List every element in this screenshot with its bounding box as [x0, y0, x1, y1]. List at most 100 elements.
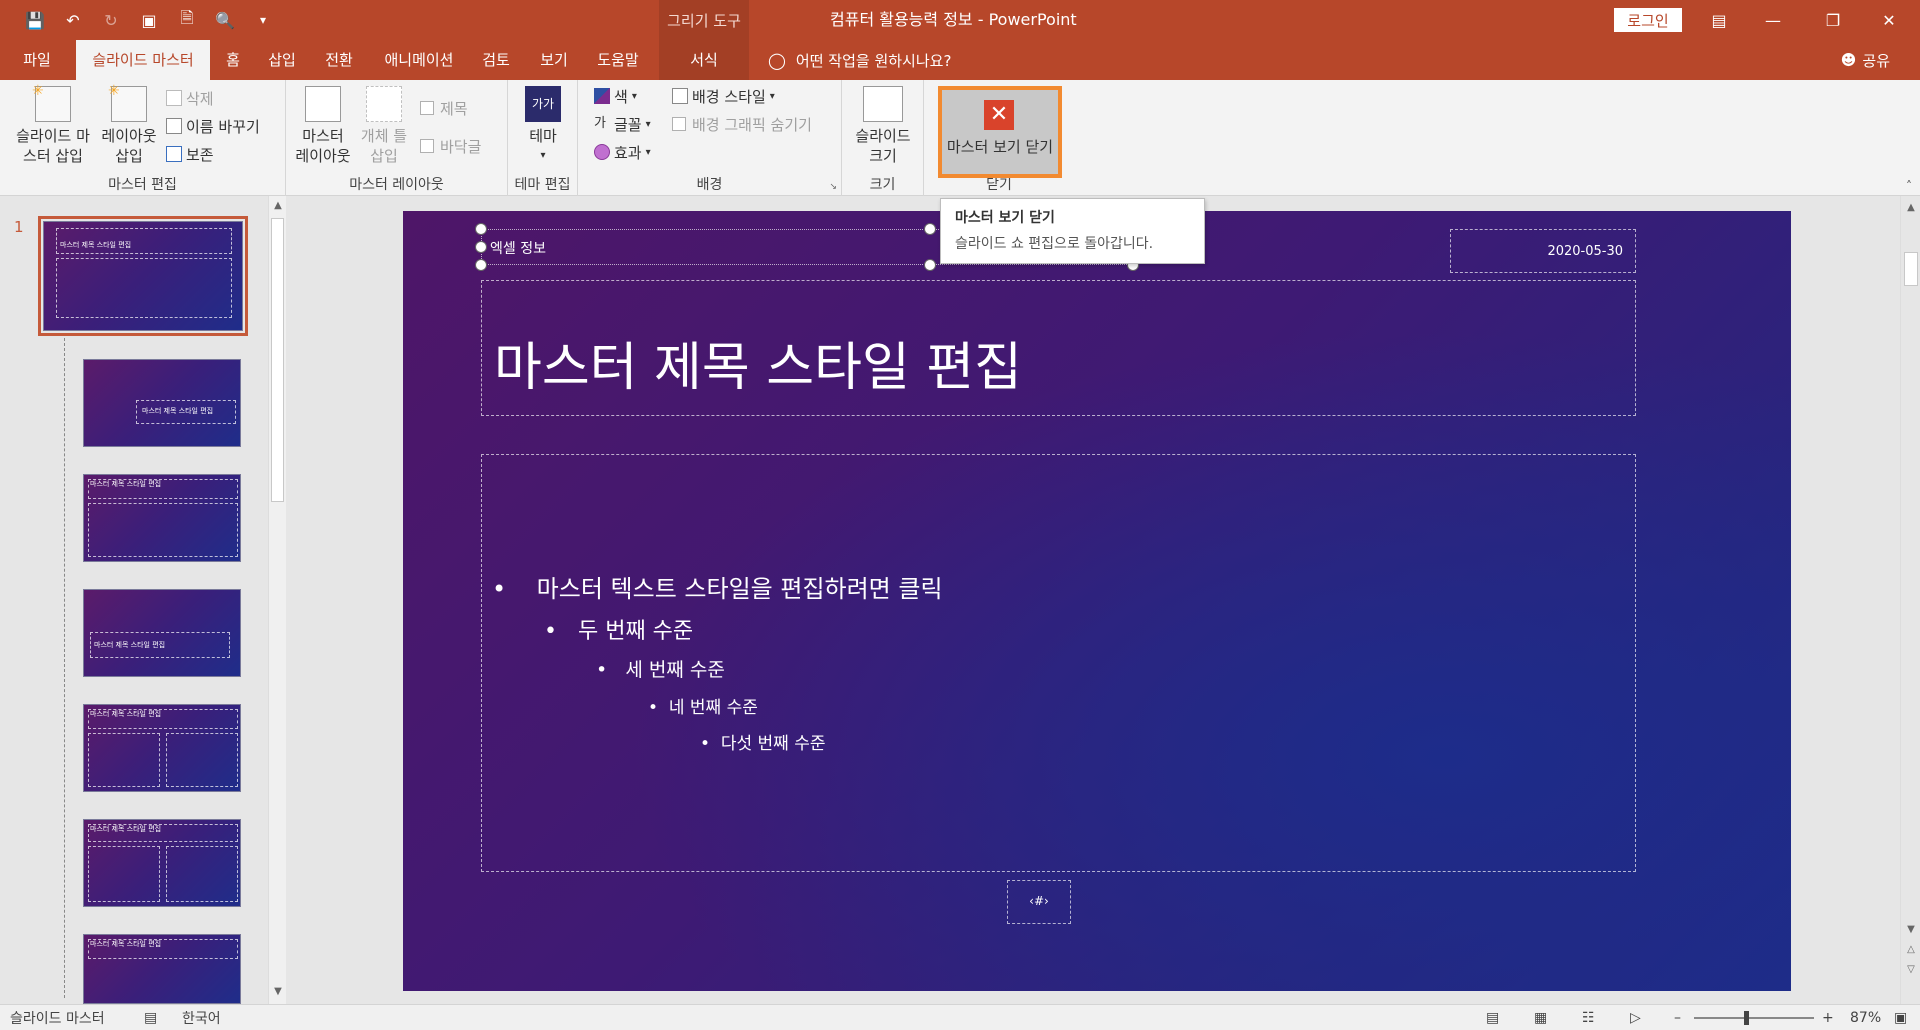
zoom-level[interactable]: 87%: [1850, 1005, 1881, 1030]
thumbnail-scrollbar[interactable]: ▲ ▼: [268, 196, 286, 1004]
collapse-ribbon-icon[interactable]: ˄: [1906, 179, 1912, 193]
insert-layout-button[interactable]: ✳ 레이아웃 삽입: [96, 83, 162, 166]
title-bar: 💾 ↶ ↻ ▣ 🗎 🔍 ▾ 그리기 도구 컴퓨터 활용능력 정보 - Power…: [0, 0, 1920, 40]
effects-dropdown-icon: ▾: [645, 146, 651, 158]
language-indicator[interactable]: 한국어: [182, 1005, 221, 1030]
tooltip-title: 마스터 보기 닫기: [955, 210, 1055, 226]
title-check-label: 제목: [440, 99, 468, 118]
insert-slide-master-button[interactable]: ✳ 슬라이드 마 스터 삽입: [8, 83, 98, 166]
login-button[interactable]: 로그인: [1614, 8, 1682, 32]
tab-home[interactable]: 홈: [216, 40, 250, 80]
editor-scroll-thumb[interactable]: [1904, 252, 1918, 286]
tell-me-box[interactable]: ◯ 어떤 작업을 원하시나요?: [768, 40, 951, 80]
master-layout-button[interactable]: 마스터 레이아웃: [294, 86, 352, 166]
print-preview-icon[interactable]: 🔍: [210, 5, 240, 35]
scroll-up-icon[interactable]: ▲: [270, 198, 286, 214]
tab-format[interactable]: 서식: [659, 40, 749, 80]
themes-button[interactable]: 가가 테마 ▾: [518, 86, 568, 166]
thumbnail-title: 마스터 제목 스타일 편집: [94, 641, 166, 649]
hide-bg-label: 배경 그래픽 숨기기: [692, 115, 812, 134]
tab-review[interactable]: 검토: [476, 40, 516, 80]
undo-icon[interactable]: ↶: [58, 5, 88, 35]
thumbnail-layout[interactable]: 마스터 제목 스타일 편집: [83, 934, 241, 1004]
scroll-down-icon[interactable]: ▼: [270, 984, 286, 1000]
new-document-icon[interactable]: 🗎: [172, 5, 202, 35]
customize-qat-icon[interactable]: ▾: [248, 5, 278, 35]
date-placeholder[interactable]: 2020-05-30: [1450, 229, 1636, 273]
background-styles-button[interactable]: 배경 스타일 ▾: [672, 84, 775, 108]
thumbnail-layout[interactable]: 마스터 제목 스타일 편집: [83, 359, 241, 447]
share-button[interactable]: ☻ 공유: [1841, 40, 1890, 80]
group-master-layout: 마스터 레이아웃 개체 틀 삽입 제목 바닥글 마스터 레이아웃: [286, 80, 508, 196]
close-window-icon[interactable]: ✕: [1866, 0, 1912, 40]
hide-background-graphics-checkbox[interactable]: 배경 그래픽 숨기기: [672, 112, 812, 136]
thumbnail-layout[interactable]: 마스터 제목 스타일 편집: [83, 704, 241, 792]
status-bar: 슬라이드 마스터 ▤ 한국어 ▤ ▦ ☷ ▷ – + 87% ▣: [0, 1004, 1920, 1030]
present-icon[interactable]: ▣: [134, 5, 164, 35]
effects-button[interactable]: 효과 ▾: [594, 140, 651, 164]
rename-label: 이름 바꾸기: [186, 117, 260, 136]
insert-placeholder-button[interactable]: 개체 틀 삽입: [358, 86, 410, 166]
fit-to-window-icon[interactable]: ▣: [1894, 1005, 1907, 1030]
editor-scroll-down-icon[interactable]: ▼: [1903, 922, 1919, 938]
next-slide-icon[interactable]: ▽: [1903, 962, 1919, 978]
slide-canvas[interactable]: 엑셀 정보 2020-05-30 마스터 제목 스타일 편집 • 마스터 텍스트…: [403, 211, 1791, 991]
tab-animations[interactable]: 애니메이션: [376, 40, 462, 80]
reading-view-icon[interactable]: ☷: [1582, 1005, 1595, 1030]
slide-number-text: ‹#›: [1029, 894, 1049, 908]
title-placeholder[interactable]: 마스터 제목 스타일 편집: [481, 280, 1636, 416]
bullet-level-3-text: 세 번째 수준: [625, 659, 725, 681]
tab-insert[interactable]: 삽입: [262, 40, 302, 80]
close-master-view-button[interactable]: ✕ 마스터 보기 닫기: [938, 86, 1062, 178]
slide-number-placeholder[interactable]: ‹#›: [1007, 880, 1071, 924]
thumbnail-title: 마스터 제목 스타일 편집: [90, 825, 162, 833]
group-edit-theme: 가가 테마 ▾ 테마 편집: [508, 80, 578, 196]
slide-sorter-icon[interactable]: ▦: [1534, 1005, 1547, 1030]
tab-file[interactable]: 파일: [10, 40, 64, 80]
footer-checkbox[interactable]: 바닥글: [420, 134, 481, 158]
save-icon[interactable]: 💾: [20, 5, 50, 35]
body-placeholder[interactable]: • 마스터 텍스트 스타일을 편집하려면 클릭 • 두 번째 수준 • 세 번째…: [481, 454, 1636, 872]
tab-view[interactable]: 보기: [534, 40, 574, 80]
thumbnail-layout[interactable]: 마스터 제목 스타일 편집: [83, 589, 241, 677]
colors-button[interactable]: 색 ▾: [594, 84, 637, 108]
resize-handle[interactable]: [475, 259, 487, 271]
redo-icon[interactable]: ↻: [96, 5, 126, 35]
normal-view-icon[interactable]: ▤: [1486, 1005, 1499, 1030]
resize-handle[interactable]: [475, 223, 487, 235]
insert-layout-icon: ✳: [108, 83, 147, 122]
thumbnail-master[interactable]: 마스터 제목 스타일 편집: [38, 216, 248, 336]
theme-icon-text: 가가: [531, 97, 555, 111]
colors-dropdown-icon: ▾: [631, 90, 637, 102]
thumbnail-scroll-thumb[interactable]: [271, 218, 284, 502]
previous-slide-icon[interactable]: △: [1903, 942, 1919, 958]
zoom-slider-knob[interactable]: [1744, 1011, 1749, 1025]
editor-scrollbar[interactable]: ▲ ▼ △ ▽: [1900, 196, 1920, 1004]
zoom-out-icon[interactable]: –: [1674, 1005, 1681, 1030]
slideshow-icon[interactable]: ▷: [1630, 1005, 1641, 1030]
spellcheck-icon[interactable]: ▤: [144, 1005, 157, 1030]
tab-transitions[interactable]: 전환: [316, 40, 362, 80]
tab-slide-master[interactable]: 슬라이드 마스터: [76, 40, 210, 80]
title-checkbox[interactable]: 제목: [420, 96, 468, 120]
rotation-handle[interactable]: [924, 223, 936, 235]
thumbnail-layout[interactable]: 마스터 제목 스타일 편집: [83, 474, 241, 562]
zoom-in-icon[interactable]: +: [1822, 1005, 1834, 1030]
thumbnail-layout[interactable]: 마스터 제목 스타일 편집: [83, 819, 241, 907]
tab-help[interactable]: 도움말: [590, 40, 646, 80]
close-master-tooltip: 마스터 보기 닫기 슬라이드 쇼 편집으로 돌아갑니다.: [940, 198, 1205, 264]
restore-icon[interactable]: ❐: [1810, 0, 1856, 40]
rename-button[interactable]: 이름 바꾸기: [166, 114, 260, 138]
ribbon-display-options-icon[interactable]: ▤: [1696, 0, 1742, 40]
background-dialog-launcher-icon[interactable]: ↘: [829, 182, 837, 192]
zoom-slider[interactable]: [1694, 1017, 1814, 1019]
minimize-icon[interactable]: —: [1750, 0, 1796, 40]
editor-scroll-up-icon[interactable]: ▲: [1903, 200, 1919, 216]
preserve-button[interactable]: 보존: [166, 142, 214, 166]
slide-size-button[interactable]: 슬라이드 크기: [850, 86, 916, 166]
fonts-button[interactable]: 가 글꼴 ▾: [594, 112, 651, 136]
delete-button[interactable]: 삭제: [166, 86, 214, 110]
group-background: 색 ▾ 가 글꼴 ▾ 효과 ▾ 배경 스타일 ▾ 배경 그래픽 숨기기 배경 ↘: [578, 80, 842, 196]
resize-handle[interactable]: [924, 259, 936, 271]
resize-handle[interactable]: [475, 241, 487, 253]
